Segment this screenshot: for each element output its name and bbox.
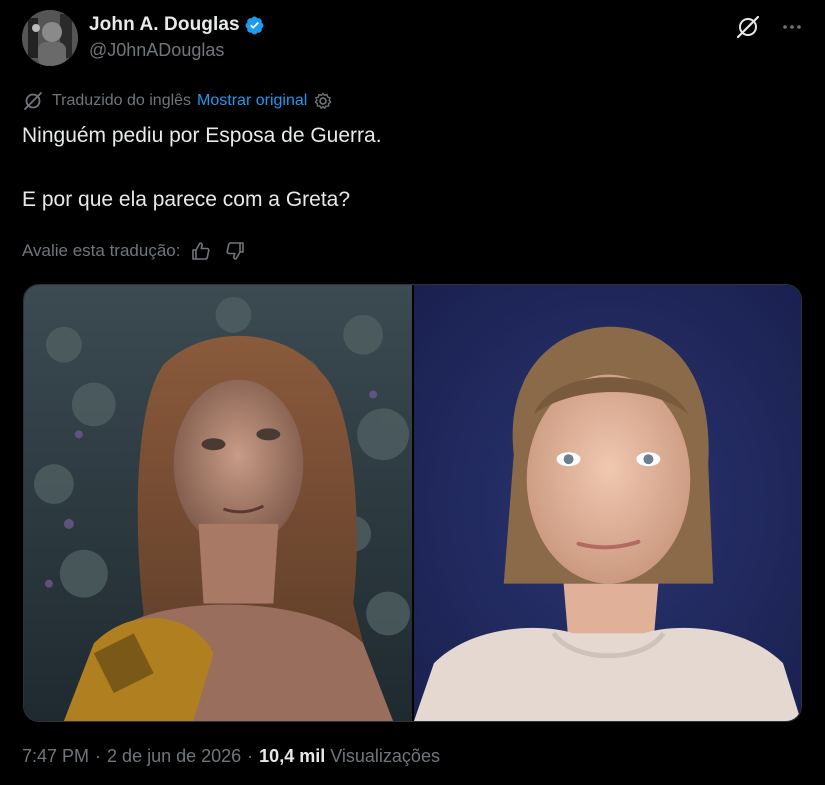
tweet-footer: 7:47 PM · 2 de jun de 2026 · 10,4 mil Vi… bbox=[22, 746, 440, 767]
handle[interactable]: @J0hnADouglas bbox=[89, 40, 265, 61]
media-grid bbox=[23, 284, 802, 722]
gear-icon[interactable] bbox=[313, 91, 333, 111]
more-icon[interactable] bbox=[777, 12, 807, 42]
rate-translation-label: Avalie esta tradução: bbox=[22, 241, 181, 260]
verified-badge-icon bbox=[244, 15, 265, 36]
separator-dot: · bbox=[247, 746, 254, 766]
thumbs-down-icon[interactable] bbox=[222, 238, 248, 264]
tweet: John A. Douglas @J0hnADouglas Traduzido … bbox=[0, 0, 825, 785]
tweet-text: Ninguém pediu por Esposa de Guerra. E po… bbox=[22, 122, 802, 214]
display-name[interactable]: John A. Douglas bbox=[89, 14, 240, 36]
rate-translation: Avalie esta tradução: bbox=[22, 238, 248, 264]
thumbs-up-icon[interactable] bbox=[188, 238, 214, 264]
views-count[interactable]: 10,4 mil bbox=[259, 746, 325, 767]
views-label: Visualizações bbox=[330, 746, 440, 766]
tweet-text-line: E por que ela parece com a Greta? bbox=[22, 188, 351, 211]
separator-dot: · bbox=[95, 746, 102, 766]
header-actions bbox=[733, 12, 807, 42]
name-block: John A. Douglas @J0hnADouglas bbox=[89, 12, 265, 61]
avatar[interactable] bbox=[22, 10, 78, 66]
media-image-right[interactable] bbox=[414, 285, 801, 721]
translate-icon bbox=[22, 90, 44, 112]
media-image-left[interactable] bbox=[24, 285, 412, 721]
translation-notice-text: Traduzido do inglês bbox=[52, 92, 192, 109]
tweet-time[interactable]: 7:47 PM bbox=[22, 746, 89, 767]
display-name-row: John A. Douglas bbox=[89, 12, 265, 38]
tweet-header: John A. Douglas @J0hnADouglas bbox=[22, 10, 807, 68]
translation-notice: Traduzido do inglês Mostrar original bbox=[22, 90, 333, 112]
tweet-date[interactable]: 2 de jun de 2026 bbox=[107, 746, 241, 767]
grok-icon[interactable] bbox=[733, 12, 763, 42]
tweet-text-line: Ninguém pediu por Esposa de Guerra. bbox=[22, 124, 382, 147]
show-original-link[interactable]: Mostrar original bbox=[197, 92, 307, 110]
